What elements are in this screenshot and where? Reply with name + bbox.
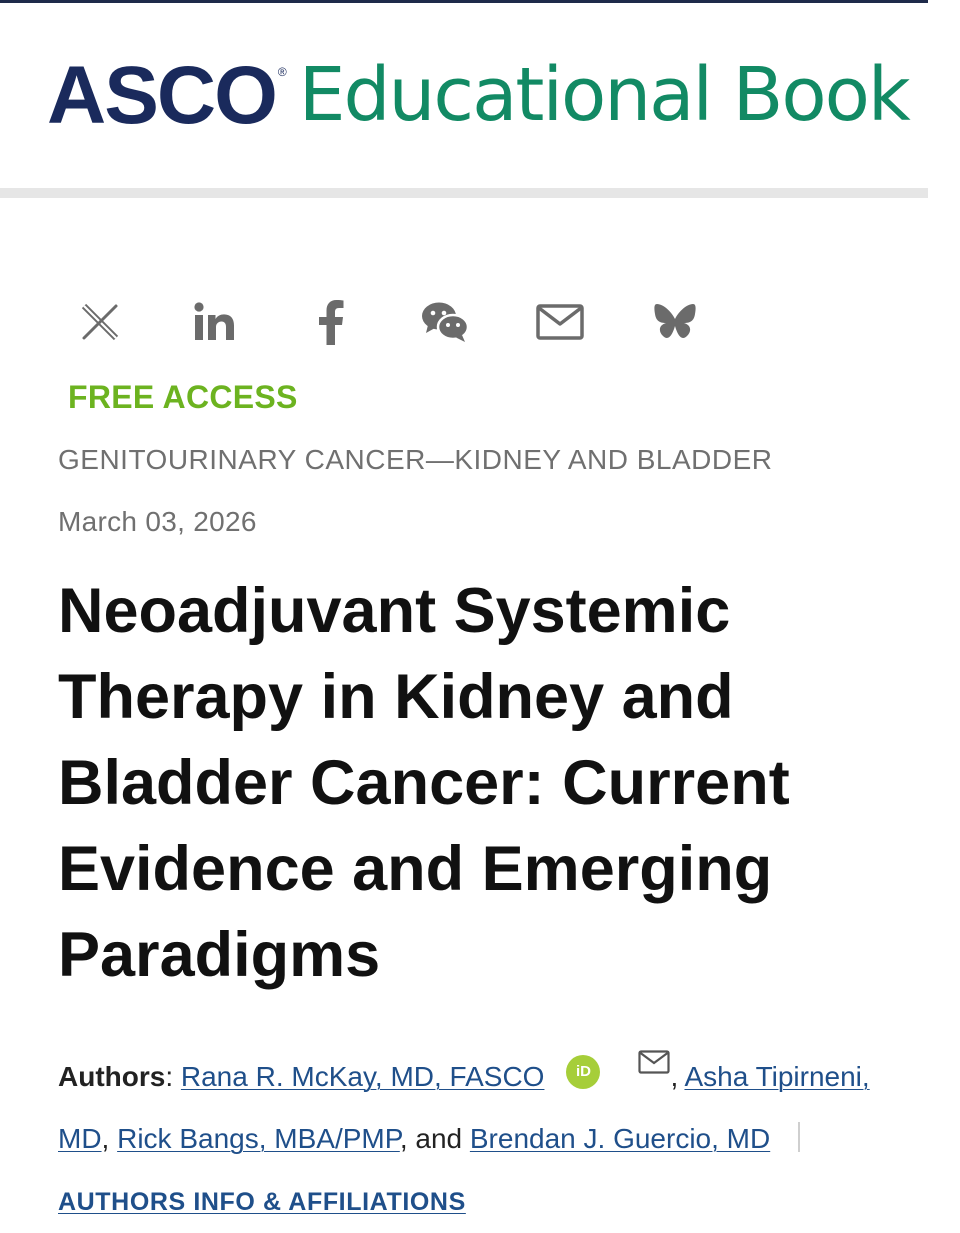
- facebook-icon[interactable]: [304, 296, 356, 348]
- free-access-badge: FREE ACCESS: [68, 379, 298, 415]
- author-separator-and: , and: [399, 1123, 470, 1154]
- site-header: ASCO ® Educational Book: [0, 3, 928, 189]
- article-title: Neoadjuvant Systemic Therapy in Kidney a…: [58, 576, 790, 990]
- author-link-mckay[interactable]: Rana R. McKay, MD, FASCO: [181, 1061, 545, 1092]
- logo-asco: ASCO: [47, 50, 278, 141]
- authors-divider: [798, 1122, 801, 1152]
- email-icon[interactable]: [534, 296, 586, 348]
- asco-educational-book-logo[interactable]: ASCO ® Educational Book: [47, 50, 911, 141]
- authors-label: Authors: [58, 1061, 166, 1092]
- authors-block: Authors: Rana R. McKay, MD, FASCO iD, Ash…: [58, 1034, 918, 1233]
- share-bar: [74, 296, 764, 348]
- linkedin-icon[interactable]: [189, 296, 241, 348]
- header-divider: [0, 188, 928, 198]
- orcid-icon[interactable]: iD: [566, 1055, 601, 1089]
- author-separator: ,: [101, 1123, 118, 1154]
- author-link-guercio[interactable]: Brendan J. Guercio, MD: [470, 1123, 770, 1154]
- publication-date: March 03, 2026: [58, 506, 257, 537]
- x-icon[interactable]: [74, 296, 126, 348]
- logo-registered-mark: ®: [277, 65, 287, 79]
- author-separator: ,: [670, 1061, 685, 1092]
- article-category[interactable]: GENITOURINARY CANCER—KIDNEY AND BLADDER: [58, 444, 772, 476]
- authors-info-affiliations-link[interactable]: AUTHORS INFO & AFFILIATIONS: [58, 1188, 466, 1216]
- author-link-bangs[interactable]: Rick Bangs, MBA/PMP: [117, 1123, 400, 1154]
- bluesky-icon[interactable]: [649, 296, 701, 348]
- logo-educational-book: Educational Book: [298, 52, 911, 138]
- email-icon[interactable]: [638, 1034, 671, 1096]
- wechat-icon[interactable]: [419, 296, 471, 348]
- authors-label-separator: :: [165, 1061, 181, 1092]
